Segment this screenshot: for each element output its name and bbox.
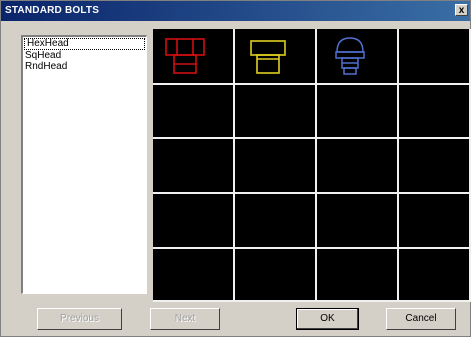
standard-bolts-dialog: STANDARD BOLTS x HexHead SqHead RndHead: [0, 0, 471, 337]
preview-cell-empty[interactable]: [153, 194, 235, 249]
ok-button[interactable]: OK: [296, 308, 359, 330]
preview-cell-empty[interactable]: [399, 85, 471, 139]
dialog-title: STANDARD BOLTS: [5, 5, 100, 16]
preview-cell-hexhead[interactable]: [153, 29, 235, 85]
preview-cell-empty[interactable]: [317, 249, 399, 302]
cancel-button[interactable]: Cancel: [386, 308, 456, 330]
list-item-hexhead[interactable]: HexHead: [24, 38, 145, 50]
title-bar[interactable]: STANDARD BOLTS x: [1, 1, 470, 21]
preview-cell-empty[interactable]: [153, 249, 235, 302]
list-item-sqhead[interactable]: SqHead: [23, 50, 146, 61]
preview-cell-empty[interactable]: [317, 85, 399, 139]
preview-cell-sqhead[interactable]: [235, 29, 317, 85]
preview-cell-empty[interactable]: [235, 194, 317, 249]
preview-cell-empty[interactable]: [399, 139, 471, 194]
round-bolt-icon: [335, 37, 365, 75]
bolt-preview-grid: [153, 29, 471, 302]
preview-cell-empty[interactable]: [399, 249, 471, 302]
bolt-type-list[interactable]: HexHead SqHead RndHead: [21, 35, 147, 294]
preview-cell-empty[interactable]: [235, 139, 317, 194]
preview-cell-empty[interactable]: [317, 139, 399, 194]
preview-cell-empty[interactable]: [235, 249, 317, 302]
preview-cell-rndhead[interactable]: [317, 29, 399, 85]
preview-cell-empty[interactable]: [235, 85, 317, 139]
preview-cell-empty[interactable]: [317, 194, 399, 249]
preview-cell-empty[interactable]: [153, 85, 235, 139]
list-item-rndhead[interactable]: RndHead: [23, 61, 146, 72]
preview-cell-empty[interactable]: [399, 194, 471, 249]
previous-button[interactable]: Previous: [37, 308, 122, 330]
hex-bolt-icon: [165, 38, 205, 74]
preview-cell-empty[interactable]: [399, 29, 471, 85]
square-bolt-icon: [250, 40, 286, 74]
close-icon[interactable]: x: [455, 4, 468, 16]
next-button[interactable]: Next: [150, 308, 220, 330]
preview-cell-empty[interactable]: [153, 139, 235, 194]
